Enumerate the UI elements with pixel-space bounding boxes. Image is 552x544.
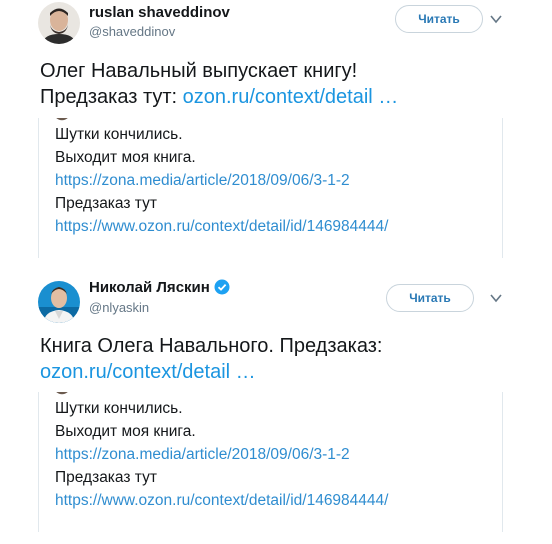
follow-button[interactable]: Читать <box>386 284 474 312</box>
follow-button[interactable]: Читать <box>395 5 483 33</box>
tweet-text-line: Предзаказ тут: ozon.ru/context/detail … <box>40 84 398 110</box>
chevron-down-icon[interactable] <box>489 291 503 305</box>
tweet-shaveddinov: ruslan shaveddinov @shaveddinov Читать О… <box>0 0 552 266</box>
tweet-text-prefix: Предзаказ тут: <box>40 86 183 108</box>
embed-text: Шутки кончились. Выходит моя книга. http… <box>55 123 388 238</box>
embed-line: Предзаказ тут <box>55 195 157 212</box>
verified-badge-icon <box>214 279 230 295</box>
tweet-link[interactable]: ozon.ru/context/detail … <box>183 86 399 108</box>
display-name[interactable]: Николай Ляскин <box>89 279 230 296</box>
avatar[interactable] <box>38 281 80 323</box>
tweet-text-line: ozon.ru/context/detail … <box>40 359 382 385</box>
embed-line: Выходит моя книга. <box>55 423 196 440</box>
quoted-avatar-fragment-icon <box>56 392 68 395</box>
tweet-text-line: Книга Олега Навального. Предзаказ: <box>40 335 383 357</box>
chevron-down-icon[interactable] <box>489 12 503 26</box>
embed-line: Выходит моя книга. <box>55 149 196 166</box>
embed-url[interactable]: https://zona.media/article/2018/09/06/3-… <box>55 169 388 192</box>
embed-url[interactable]: https://www.ozon.ru/context/detail/id/14… <box>55 215 388 238</box>
embedded-tweet-card[interactable]: Шутки кончились. Выходит моя книга. http… <box>38 392 503 532</box>
quoted-avatar-fragment-icon <box>56 118 68 121</box>
embed-line: Шутки кончились. <box>55 400 183 417</box>
user-handle[interactable]: @shaveddinov <box>89 24 175 39</box>
embed-line: Шутки кончились. <box>55 126 183 143</box>
embed-line: Предзаказ тут <box>55 469 157 486</box>
embedded-tweet-card[interactable]: Шутки кончились. Выходит моя книга. http… <box>38 118 503 258</box>
embed-text: Шутки кончились. Выходит моя книга. http… <box>55 397 388 512</box>
avatar[interactable] <box>38 2 80 44</box>
embed-url[interactable]: https://zona.media/article/2018/09/06/3-… <box>55 443 388 466</box>
display-name-text: Николай Ляскин <box>89 279 210 296</box>
display-name[interactable]: ruslan shaveddinov <box>89 4 230 21</box>
tweet-text-line: Олег Навальный выпускает книгу! <box>40 60 358 82</box>
tweet-link[interactable]: ozon.ru/context/detail … <box>40 361 256 383</box>
embed-url[interactable]: https://www.ozon.ru/context/detail/id/14… <box>55 489 388 512</box>
tweet-text: Книга Олега Навального. Предзаказ: ozon.… <box>40 333 382 385</box>
tweet-text: Олег Навальный выпускает книгу! Предзака… <box>40 58 398 110</box>
tweet-nlyaskin: Николай Ляскин @nlyaskin Читать Книга Ол… <box>0 266 552 544</box>
user-handle[interactable]: @nlyaskin <box>89 300 149 315</box>
